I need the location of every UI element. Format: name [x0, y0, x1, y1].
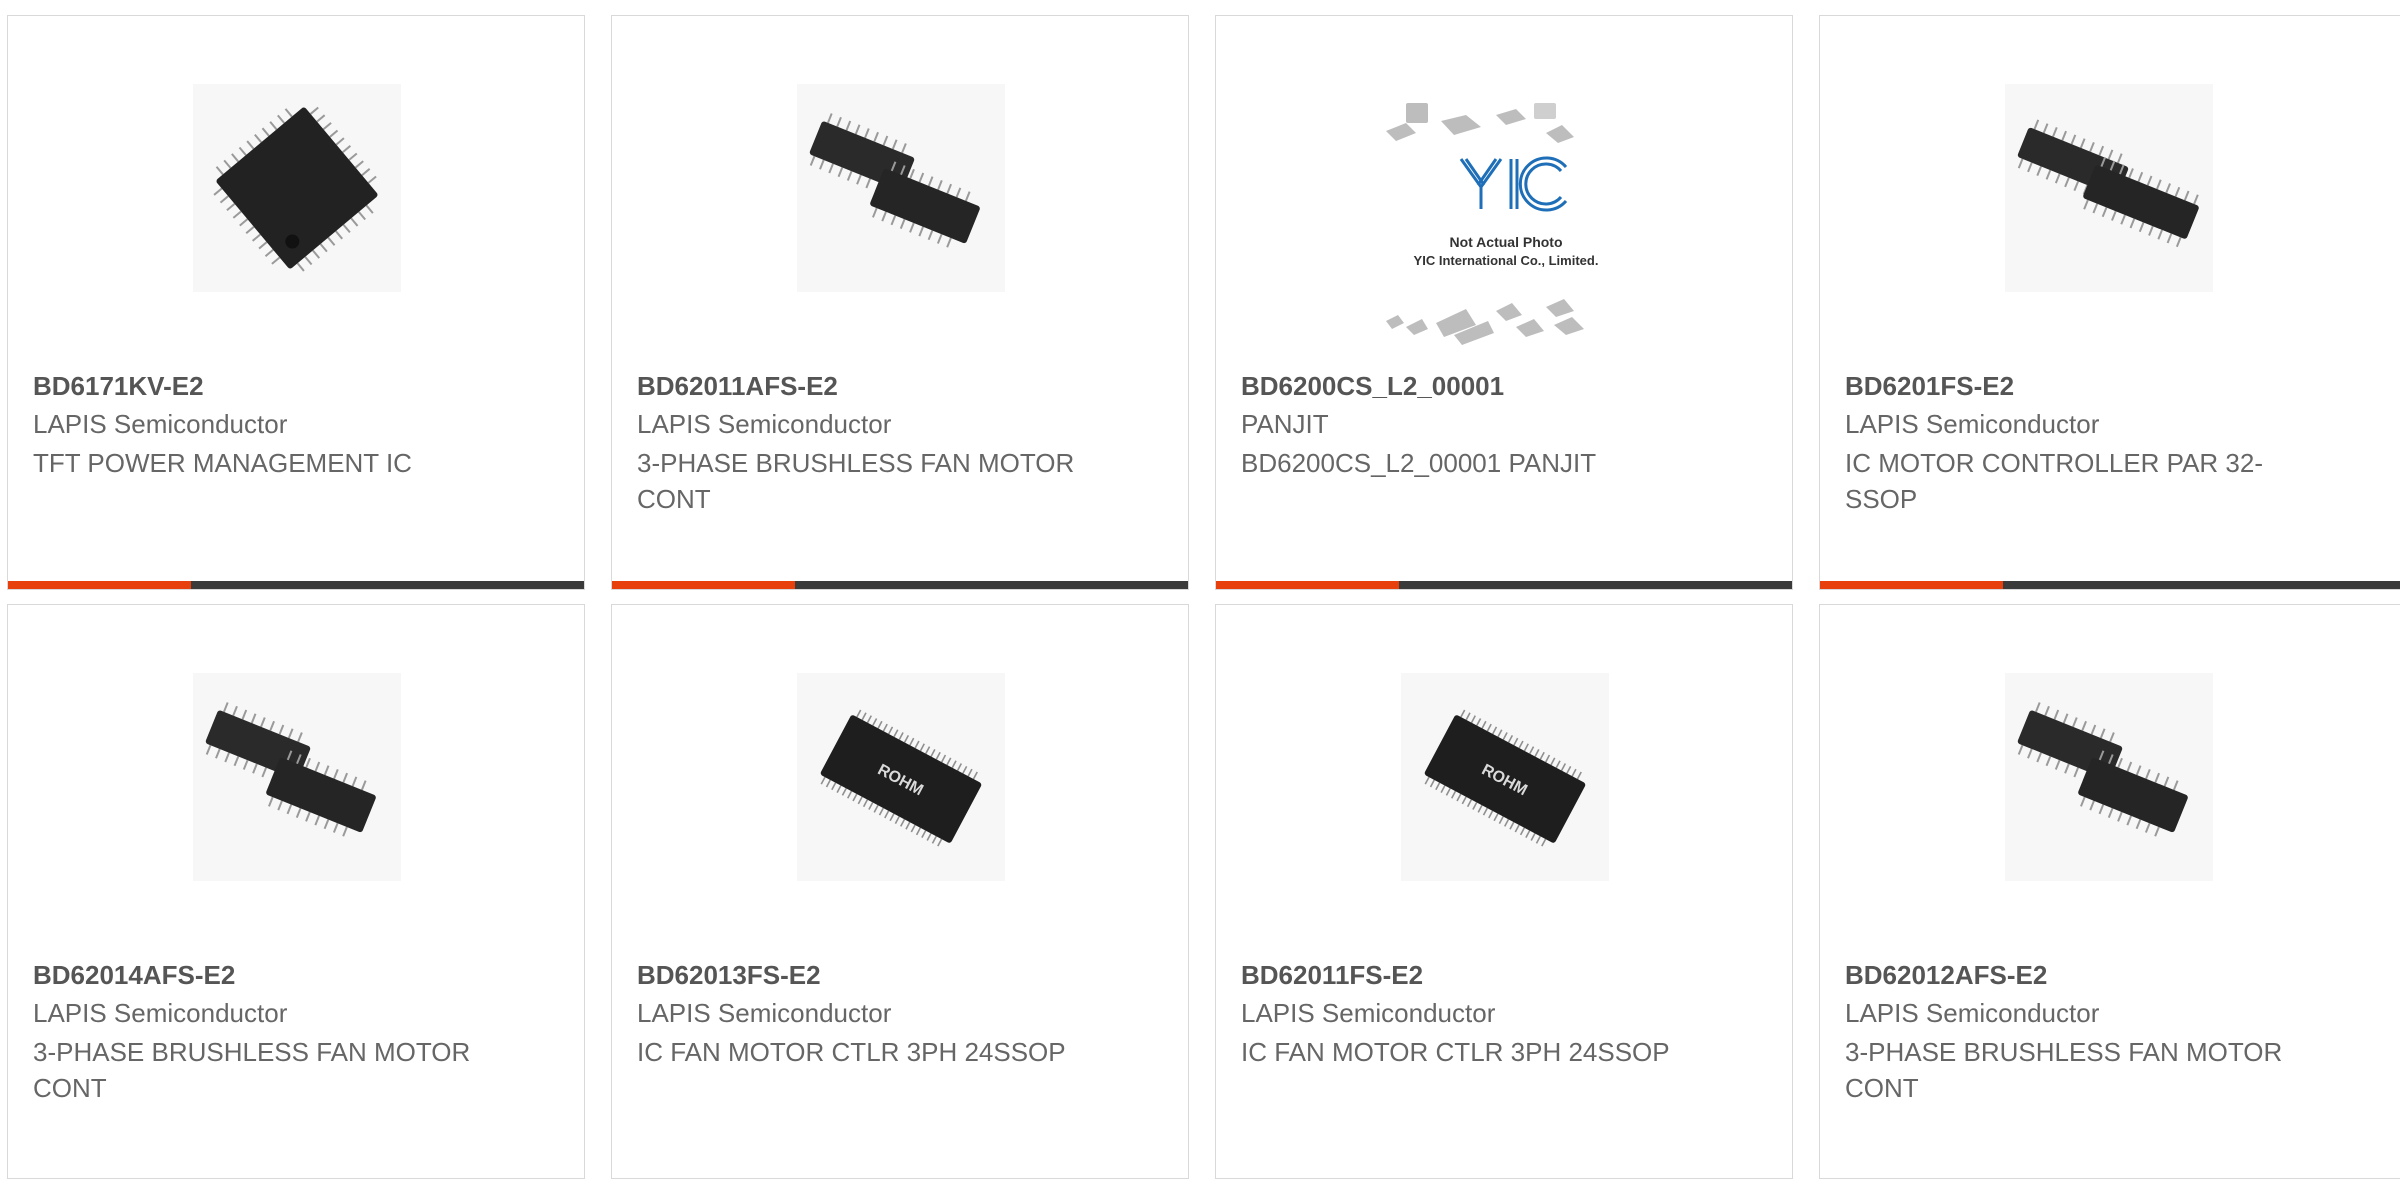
manufacturer: LAPIS Semiconductor [1845, 409, 2100, 439]
manufacturer: LAPIS Semiconductor [33, 998, 288, 1028]
part-number[interactable]: BD62012AFS-E2 [1845, 960, 2047, 991]
part-number[interactable]: BD62013FS-E2 [637, 960, 821, 991]
manufacturer: LAPIS Semiconductor [33, 409, 288, 439]
ssop-pair-icon[interactable] [2005, 673, 2213, 881]
description: 3-PHASE BRUSHLESS FAN MOTOR CONT [637, 448, 1075, 514]
product-card[interactable]: BD62012AFS-E2 LAPIS Semiconductor 3-PHAS… [1819, 604, 2400, 1179]
description: TFT POWER MANAGEMENT IC [33, 448, 412, 478]
manufacturer: PANJIT [1241, 409, 1329, 439]
manufacturer: LAPIS Semiconductor [637, 409, 892, 439]
part-number[interactable]: BD6171KV-E2 [33, 371, 204, 402]
part-number[interactable]: BD62011AFS-E2 [637, 371, 838, 402]
ssop-pair-icon[interactable] [797, 84, 1005, 292]
rohm-ssop-icon[interactable]: ROHM [797, 673, 1005, 881]
rohm-ssop-icon[interactable]: ROHM [1401, 673, 1609, 881]
description: BD6200CS_L2_00001 PANJIT [1241, 448, 1597, 478]
manufacturer: LAPIS Semiconductor [1241, 998, 1496, 1028]
description: IC FAN MOTOR CTLR 3PH 24SSOP [637, 1037, 1066, 1067]
card-footer-bar [612, 581, 1188, 589]
qfp-chip-icon[interactable] [193, 84, 401, 292]
product-grid: BD6171KV-E2 LAPIS Semiconductor TFT POWE… [0, 0, 2400, 1179]
product-card[interactable]: BD62011AFS-E2 LAPIS Semiconductor 3-PHAS… [611, 15, 1189, 590]
yic-logo [1459, 158, 1503, 209]
yic-placeholder-icon[interactable]: Not Actual Photo YIC International Co., … [1366, 101, 1646, 361]
card-footer-bar [1820, 581, 2400, 589]
part-number[interactable]: BD6201FS-E2 [1845, 371, 2014, 402]
image-caption-1: Not Actual Photo [1449, 234, 1562, 250]
product-card[interactable]: BD6201FS-E2 LAPIS Semiconductor IC MOTOR… [1819, 15, 2400, 590]
product-card[interactable]: BD62014AFS-E2 LAPIS Semiconductor 3-PHAS… [7, 604, 585, 1179]
card-accent [1216, 581, 1399, 589]
product-card[interactable]: ROHM BD62013FS-E2 LAPIS Semiconductor IC… [611, 604, 1189, 1179]
part-number[interactable]: BD6200CS_L2_00001 [1241, 371, 1504, 402]
product-card[interactable]: BD6171KV-E2 LAPIS Semiconductor TFT POWE… [7, 15, 585, 590]
description: 3-PHASE BRUSHLESS FAN MOTOR CONT [33, 1037, 471, 1103]
description: IC FAN MOTOR CTLR 3PH 24SSOP [1241, 1037, 1670, 1067]
description: IC MOTOR CONTROLLER PAR 32-SSOP [1845, 448, 2263, 514]
ssop-pair-icon[interactable] [2005, 84, 2213, 292]
card-accent [8, 581, 191, 589]
manufacturer: LAPIS Semiconductor [637, 998, 892, 1028]
ssop-pair-icon[interactable] [193, 673, 401, 881]
description: 3-PHASE BRUSHLESS FAN MOTOR CONT [1845, 1037, 2283, 1103]
image-caption-2: YIC International Co., Limited. [1414, 253, 1599, 268]
part-number[interactable]: BD62011FS-E2 [1241, 960, 1423, 991]
product-card[interactable]: ROHM BD62011FS-E2 LAPIS Semiconductor IC… [1215, 604, 1793, 1179]
card-accent [1820, 581, 2003, 589]
card-footer-bar [1216, 581, 1792, 589]
part-number[interactable]: BD62014AFS-E2 [33, 960, 235, 991]
card-accent [612, 581, 795, 589]
manufacturer: LAPIS Semiconductor [1845, 998, 2100, 1028]
product-card[interactable]: Not Actual Photo YIC International Co., … [1215, 15, 1793, 590]
card-footer-bar [8, 581, 584, 589]
